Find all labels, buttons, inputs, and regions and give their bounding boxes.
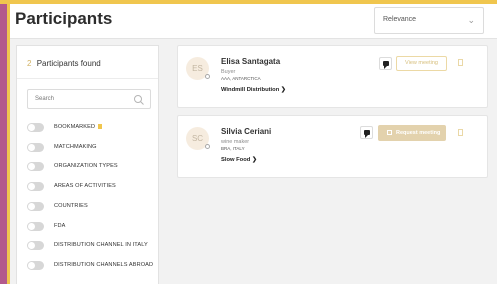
search-placeholder: Search	[35, 96, 55, 102]
participant-role: Buyer	[221, 69, 236, 75]
chevron-down-icon: ⌄	[467, 15, 475, 25]
request-meeting-label: Request meeting	[396, 130, 441, 136]
chat-button[interactable]	[379, 57, 392, 70]
participant-role: wine maker	[221, 139, 250, 145]
bookmark-icon	[98, 124, 103, 129]
status-dot	[205, 74, 210, 79]
participant-location: AAA, ANTARCTICA	[221, 76, 261, 81]
participants-found-label: Participants found	[36, 59, 101, 68]
participant-card[interactable]: SC Silvia Ceriani wine maker BRA, ITALY …	[177, 115, 488, 178]
search-input[interactable]: Search	[27, 89, 151, 109]
bookmark-icon[interactable]	[458, 59, 463, 66]
participant-organization[interactable]: Slow Food ❯	[221, 157, 257, 163]
filter-label: FDA	[54, 223, 66, 229]
filter-label: DISTRIBUTION CHANNELS ABROAD	[54, 262, 154, 268]
participant-location: BRA, ITALY	[221, 146, 245, 151]
distribution-abroad-toggle[interactable]	[27, 261, 44, 270]
chevron-right-icon: ❯	[280, 87, 286, 93]
organization-types-toggle[interactable]	[27, 162, 44, 171]
filter-label: MATCHMAKING	[54, 144, 97, 150]
filter-label: COUNTRIES	[54, 203, 88, 209]
organization-link[interactable]: Slow Food	[221, 157, 250, 163]
sort-dropdown[interactable]: Relevance ⌄	[374, 7, 484, 34]
page-title: Participants	[15, 9, 113, 28]
chevron-right-icon: ❯	[251, 157, 257, 163]
bookmarked-toggle[interactable]	[27, 123, 44, 132]
countries-toggle[interactable]	[27, 202, 44, 211]
bookmark-icon[interactable]	[458, 129, 463, 136]
chat-icon	[364, 130, 370, 138]
page-header: Participants Relevance ⌄	[10, 4, 497, 39]
filter-label: BOOKMARKED	[54, 124, 96, 130]
filter-label: DISTRIBUTION CHANNEL IN ITALY	[54, 242, 148, 248]
calendar-icon	[387, 130, 392, 135]
participant-card[interactable]: ES Elisa Santagata Buyer AAA, ANTARCTICA…	[177, 45, 488, 108]
participant-organization[interactable]: Windmill Distribution ❯	[221, 87, 286, 93]
organization-link[interactable]: Windmill Distribution	[221, 87, 279, 93]
distribution-italy-toggle[interactable]	[27, 241, 44, 250]
search-icon[interactable]	[133, 94, 145, 106]
participants-found: 2 Participants found	[27, 59, 101, 68]
view-meeting-button[interactable]: View meeting	[396, 56, 447, 71]
filter-label: ORGANIZATION TYPES	[54, 163, 118, 169]
participant-name[interactable]: Silvia Ceriani	[221, 127, 271, 136]
participants-count: 2	[27, 59, 32, 68]
areas-of-activities-toggle[interactable]	[27, 182, 44, 191]
request-meeting-button[interactable]: Request meeting	[378, 125, 446, 141]
filter-label: AREAS OF ACTIVITIES	[54, 183, 116, 189]
status-dot	[205, 144, 210, 149]
matchmaking-toggle[interactable]	[27, 143, 44, 152]
app-window: Participants Relevance ⌄ 2 Participants …	[7, 4, 497, 284]
fda-toggle[interactable]	[27, 222, 44, 231]
participant-name[interactable]: Elisa Santagata	[221, 57, 280, 66]
divider	[17, 78, 158, 79]
chat-button[interactable]	[360, 126, 373, 139]
filters-panel: 2 Participants found Search BOOKMARKED M…	[16, 45, 159, 284]
chat-icon	[383, 61, 389, 69]
sort-selected-value: Relevance	[383, 16, 417, 23]
